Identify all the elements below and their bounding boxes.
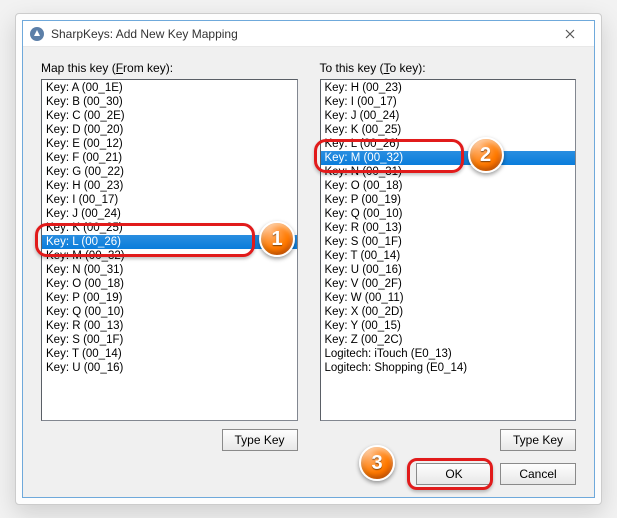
list-item[interactable]: Key: T (00_14)	[42, 347, 297, 361]
list-item[interactable]: Key: T (00_14)	[321, 249, 576, 263]
to-key-panel: To this key (To key): Key: H (00_23)Key:…	[320, 61, 577, 451]
list-item[interactable]: Key: N (00_31)	[42, 263, 297, 277]
list-item[interactable]: Key: L (00_26)	[321, 137, 576, 151]
list-item[interactable]: Key: Y (00_15)	[321, 319, 576, 333]
list-item[interactable]: Key: K (00_25)	[42, 221, 297, 235]
list-item[interactable]: Key: L (00_26)	[42, 235, 297, 249]
close-icon	[565, 29, 575, 39]
columns: Map this key (From key): Key: A (00_1E)K…	[41, 61, 576, 451]
from-key-panel: Map this key (From key): Key: A (00_1E)K…	[41, 61, 298, 451]
from-key-label: Map this key (From key):	[41, 61, 298, 75]
list-item[interactable]: Key: P (00_19)	[321, 193, 576, 207]
list-item[interactable]: Logitech: iTouch (E0_13)	[321, 347, 576, 361]
list-item[interactable]: Key: B (00_30)	[42, 95, 297, 109]
dialog-window: SharpKeys: Add New Key Mapping Map this …	[22, 20, 595, 498]
list-item[interactable]: Key: D (00_20)	[42, 123, 297, 137]
list-item[interactable]: Key: S (00_1F)	[321, 235, 576, 249]
list-item[interactable]: Key: J (00_24)	[321, 109, 576, 123]
list-item[interactable]: Key: A (00_1E)	[42, 81, 297, 95]
list-item[interactable]: Key: I (00_17)	[42, 193, 297, 207]
list-item[interactable]: Key: J (00_24)	[42, 207, 297, 221]
close-button[interactable]	[550, 23, 590, 45]
list-item[interactable]: Key: M (00_32)	[321, 151, 576, 165]
list-item[interactable]: Key: Q (00_10)	[321, 207, 576, 221]
list-item[interactable]: Key: O (00_18)	[42, 277, 297, 291]
list-item[interactable]: Key: R (00_13)	[321, 221, 576, 235]
screenshot-frame: SharpKeys: Add New Key Mapping Map this …	[15, 13, 602, 505]
list-item[interactable]: Key: Z (00_2C)	[321, 333, 576, 347]
to-key-listbox[interactable]: Key: H (00_23)Key: I (00_17)Key: J (00_2…	[320, 79, 577, 421]
list-item[interactable]: Key: E (00_12)	[42, 137, 297, 151]
list-item[interactable]: Key: M (00_32)	[42, 249, 297, 263]
list-item[interactable]: Key: O (00_18)	[321, 179, 576, 193]
list-item[interactable]: Key: W (00_11)	[321, 291, 576, 305]
dialog-button-row: 3 OK Cancel	[41, 463, 576, 485]
list-item[interactable]: Key: Q (00_10)	[42, 305, 297, 319]
list-item[interactable]: Key: H (00_23)	[42, 179, 297, 193]
list-item[interactable]: Key: U (00_16)	[321, 263, 576, 277]
to-typekey-row: Type Key	[320, 429, 577, 451]
dialog-body: Map this key (From key): Key: A (00_1E)K…	[23, 47, 594, 497]
list-item[interactable]: Key: I (00_17)	[321, 95, 576, 109]
app-icon	[29, 26, 45, 42]
from-typekey-button[interactable]: Type Key	[222, 429, 298, 451]
list-item[interactable]: Key: V (00_2F)	[321, 277, 576, 291]
list-item[interactable]: Key: K (00_25)	[321, 123, 576, 137]
list-item[interactable]: Key: N (00_31)	[321, 165, 576, 179]
list-item[interactable]: Key: G (00_22)	[42, 165, 297, 179]
list-item[interactable]: Key: C (00_2E)	[42, 109, 297, 123]
list-item[interactable]: Key: X (00_2D)	[321, 305, 576, 319]
list-item[interactable]: Key: U (00_16)	[42, 361, 297, 375]
to-typekey-button[interactable]: Type Key	[500, 429, 576, 451]
from-typekey-row: Type Key	[41, 429, 298, 451]
list-item[interactable]: Key: R (00_13)	[42, 319, 297, 333]
list-item[interactable]: Key: S (00_1F)	[42, 333, 297, 347]
window-title: SharpKeys: Add New Key Mapping	[51, 27, 550, 41]
from-key-listbox[interactable]: Key: A (00_1E)Key: B (00_30)Key: C (00_2…	[41, 79, 298, 421]
ok-button[interactable]: OK	[416, 463, 492, 485]
cancel-button[interactable]: Cancel	[500, 463, 576, 485]
list-item[interactable]: Key: P (00_19)	[42, 291, 297, 305]
list-item[interactable]: Logitech: Shopping (E0_14)	[321, 361, 576, 375]
to-key-label: To this key (To key):	[320, 61, 577, 75]
list-item[interactable]: Key: F (00_21)	[42, 151, 297, 165]
list-item[interactable]: Key: H (00_23)	[321, 81, 576, 95]
titlebar: SharpKeys: Add New Key Mapping	[23, 21, 594, 47]
